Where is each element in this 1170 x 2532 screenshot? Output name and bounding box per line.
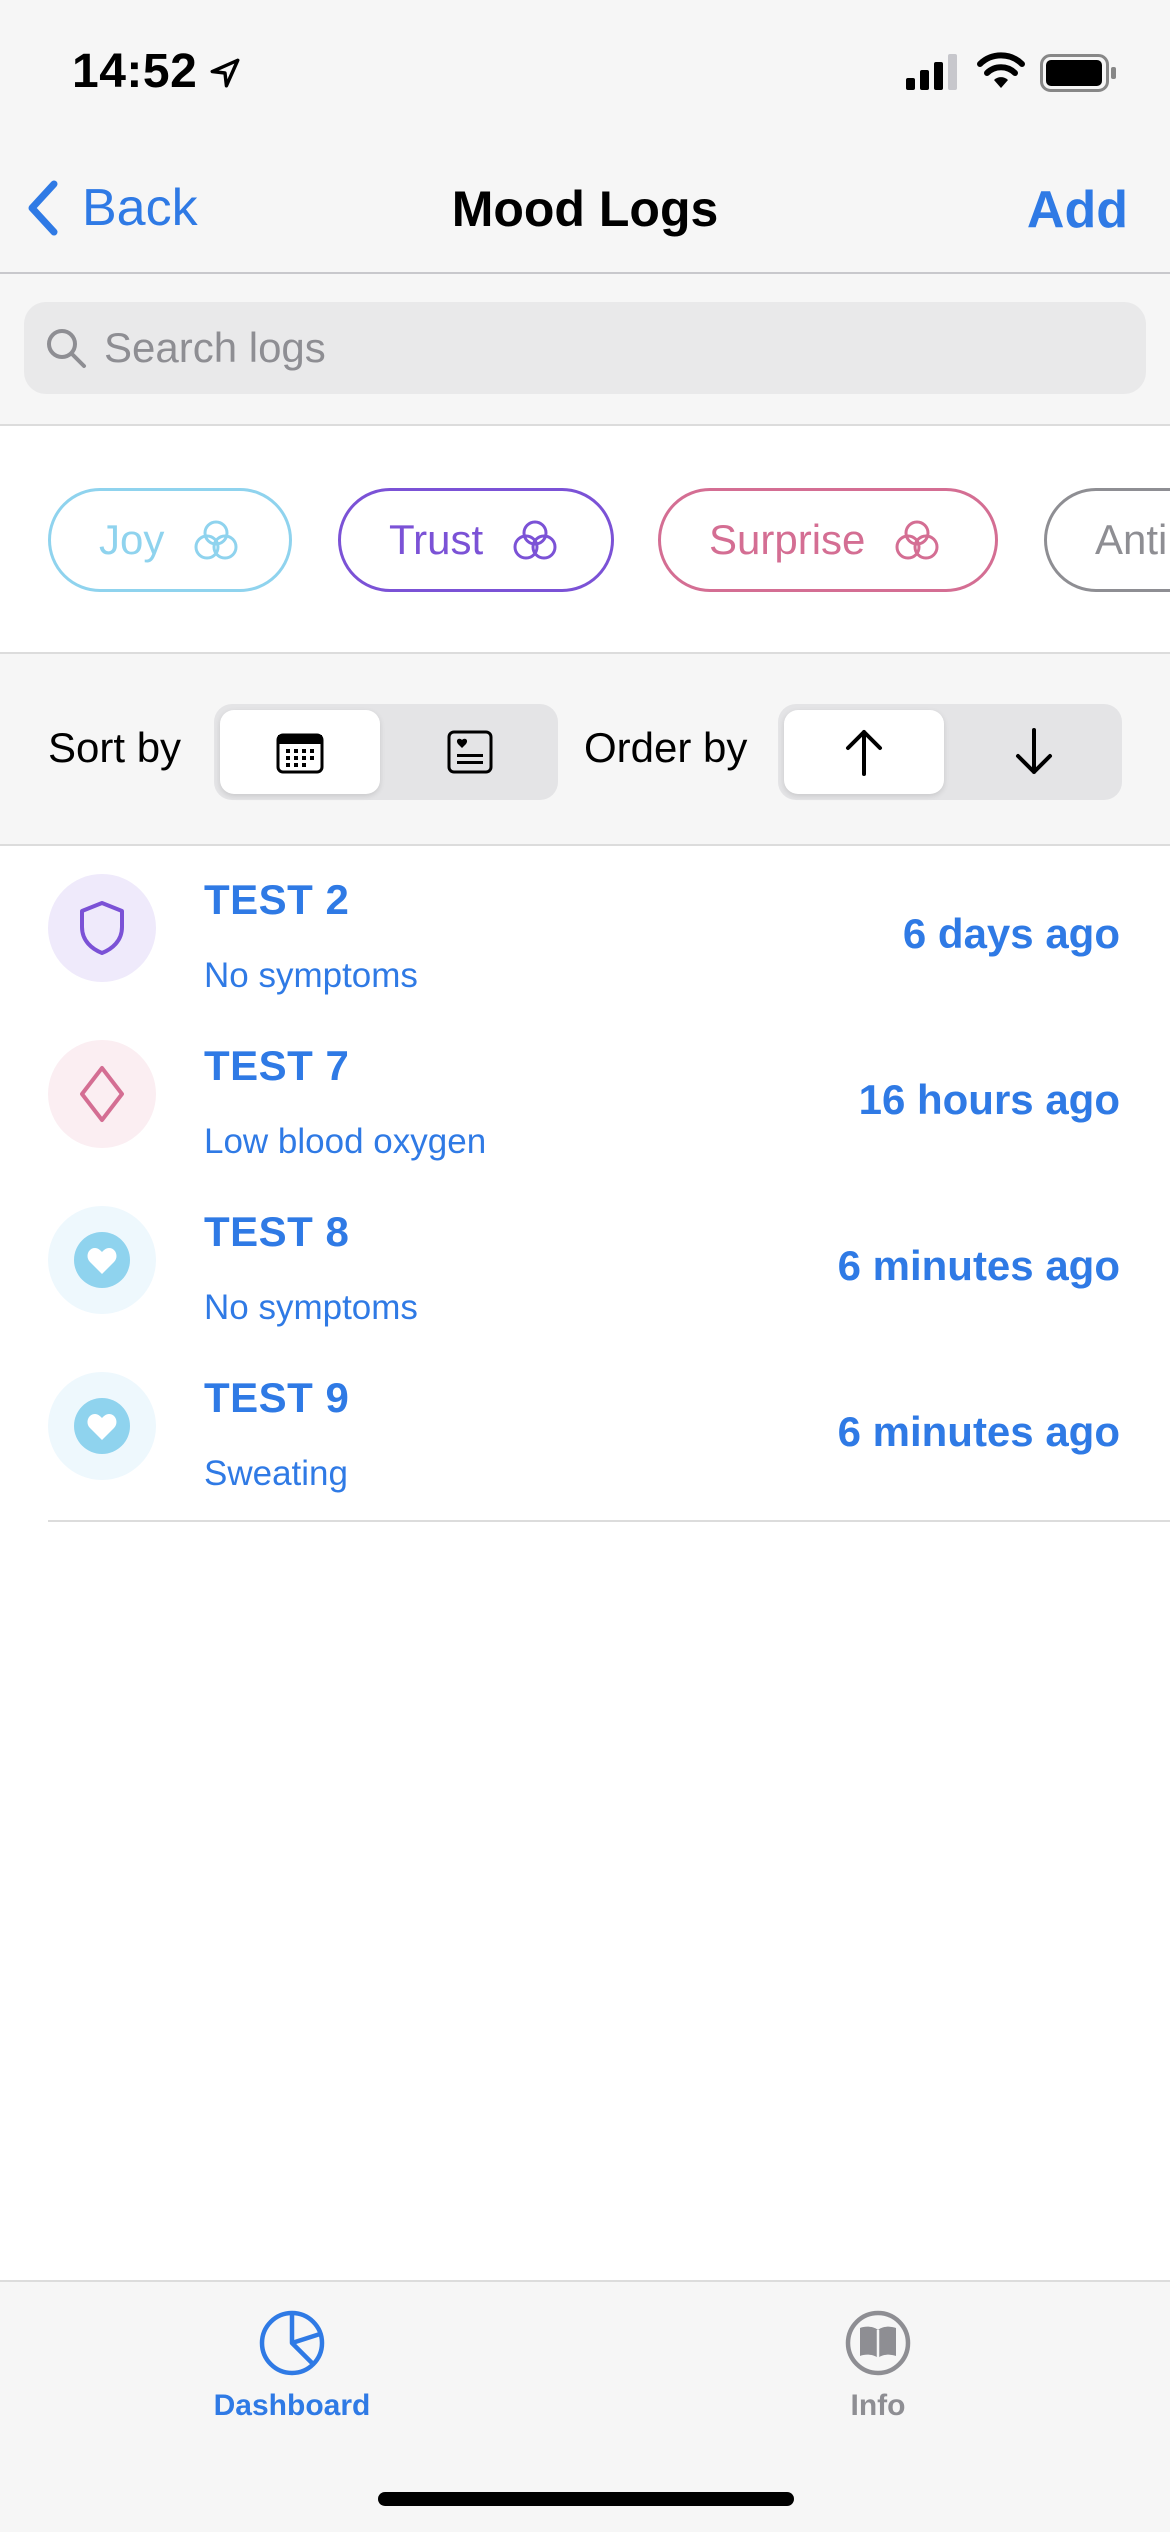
chip-label: Trust (389, 516, 484, 563)
add-button[interactable]: Add (1027, 180, 1128, 240)
log-time: 6 minutes ago (837, 1242, 1120, 1289)
shield-icon (80, 901, 124, 955)
home-indicator (378, 2492, 794, 2506)
page-title: Mood Logs (451, 181, 719, 237)
emotion-filter-chips: Joy Trust Surprise Anti (0, 426, 1170, 654)
search-bar (0, 274, 1170, 426)
tab-label: Dashboard (213, 2389, 371, 2422)
avatar (48, 1040, 156, 1148)
chip-anticipation[interactable]: Anti (1044, 488, 1170, 592)
list-item[interactable]: TEST 9 Sweating 6 minutes ago (0, 1344, 1170, 1510)
mood-log-list: TEST 2 No symptoms 6 days ago TEST 7 Low… (0, 846, 1170, 1522)
log-time: 6 days ago (902, 910, 1120, 957)
search-icon (47, 329, 86, 368)
log-time: 6 minutes ago (837, 1408, 1120, 1455)
diamond-icon (80, 1066, 124, 1122)
venn-icon (513, 520, 557, 560)
chip-surprise[interactable]: Surprise (658, 488, 998, 592)
avatar (48, 874, 156, 982)
venn-icon (895, 520, 939, 560)
sort-by-type-button[interactable] (388, 710, 552, 794)
log-title: TEST 9 (204, 1374, 350, 1421)
log-title: TEST 7 (204, 1042, 350, 1089)
log-title: TEST 8 (204, 1208, 350, 1255)
list-item[interactable]: TEST 8 No symptoms 6 minutes ago (0, 1178, 1170, 1344)
tab-info[interactable]: Info (748, 2308, 1008, 2423)
log-title: TEST 2 (204, 876, 350, 923)
cellular-signal-icon (906, 54, 957, 90)
arrow-down-icon (1016, 728, 1052, 774)
avatar (48, 1206, 156, 1314)
tab-label: Info (850, 2389, 906, 2422)
heart-icon (74, 1398, 130, 1454)
chip-label: Anti (1095, 516, 1168, 563)
status-bar: 14:52 (0, 0, 1170, 140)
order-by-label: Order by (584, 724, 748, 771)
search-input[interactable] (104, 302, 1104, 394)
sort-by-label: Sort by (48, 724, 182, 771)
arrow-up-icon (846, 730, 882, 776)
log-subtitle: Sweating (204, 1454, 348, 1493)
venn-icon (194, 520, 238, 560)
sort-by-date-button[interactable] (220, 710, 380, 794)
pie-chart-icon (259, 2310, 325, 2376)
status-time: 14:52 (72, 45, 198, 98)
search-field[interactable] (24, 302, 1146, 394)
calendar-icon (276, 733, 324, 774)
log-subtitle: Low blood oxygen (204, 1122, 487, 1161)
order-segmented-control (778, 704, 1122, 800)
order-descending-button[interactable] (952, 710, 1116, 794)
sort-order-controls: Sort by Order by (0, 654, 1170, 846)
list-item[interactable]: TEST 2 No symptoms 6 days ago (0, 846, 1170, 1012)
sort-segmented-control (214, 704, 558, 800)
note-icon (447, 730, 493, 774)
location-arrow-icon (210, 58, 240, 88)
log-time: 16 hours ago (858, 1076, 1120, 1123)
chip-label: Joy (99, 516, 165, 563)
avatar (48, 1372, 156, 1480)
order-ascending-button[interactable] (784, 710, 944, 794)
list-divider (48, 1520, 1170, 1522)
navigation-bar: Back Mood Logs Add (0, 140, 1170, 274)
log-subtitle: No symptoms (204, 956, 418, 995)
tab-dashboard[interactable]: Dashboard (162, 2308, 422, 2423)
log-subtitle: No symptoms (204, 1288, 418, 1327)
heart-icon (74, 1232, 130, 1288)
chip-trust[interactable]: Trust (338, 488, 614, 592)
wifi-icon (977, 52, 1025, 88)
chip-joy[interactable]: Joy (48, 488, 292, 592)
book-icon (845, 2310, 911, 2376)
list-item[interactable]: TEST 7 Low blood oxygen 16 hours ago (0, 1012, 1170, 1178)
chip-label: Surprise (709, 516, 866, 563)
battery-icon (1040, 54, 1116, 92)
